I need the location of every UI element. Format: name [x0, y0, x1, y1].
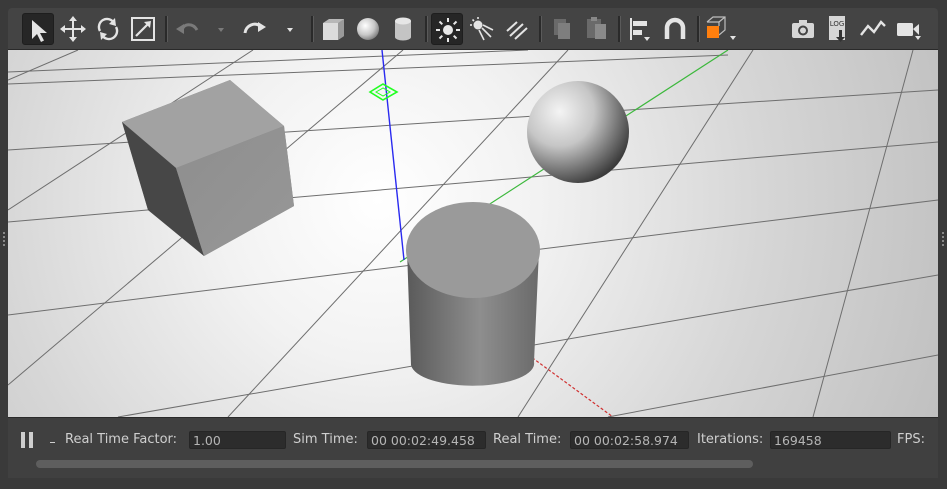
toolbar-separator	[165, 16, 168, 42]
real-time-label: Real Time:	[493, 432, 562, 447]
paste-icon	[587, 17, 606, 39]
status-bar: Real Time Factor: 1.00 Sim Time: 00 00:0…	[8, 417, 938, 478]
view-cube-icon	[706, 16, 736, 40]
real-time-field: 00 00:02:58.974	[570, 431, 689, 449]
directional-light-icon	[506, 21, 528, 40]
point-light-button[interactable]	[431, 13, 463, 45]
svg-text:LOG: LOG	[830, 20, 845, 28]
sphere-icon	[357, 18, 379, 40]
log-icon: LOG	[829, 16, 845, 42]
sim-time-field: 00 00:02:49.458	[367, 431, 486, 449]
toolbar-separator	[697, 16, 700, 42]
step-button[interactable]	[50, 442, 55, 443]
toolbar-separator	[539, 16, 542, 42]
real-time-factor-label: Real Time Factor:	[65, 432, 178, 447]
caret-down-icon	[287, 28, 293, 32]
fps-label: FPS:	[897, 432, 925, 447]
view-angle-button[interactable]	[703, 13, 741, 45]
redo-button[interactable]	[239, 13, 271, 45]
magnet-icon	[664, 17, 686, 39]
camera-icon	[792, 20, 814, 38]
directional-light-button[interactable]	[501, 13, 533, 45]
scene-viewport[interactable]	[8, 50, 938, 417]
pause-icon	[21, 432, 25, 448]
toolbar: LOG	[8, 8, 938, 50]
screenshot-button[interactable]	[787, 13, 819, 45]
align-icon	[630, 18, 650, 41]
copy-button[interactable]	[545, 13, 577, 45]
iterations-field: 169458	[770, 431, 891, 449]
sphere-model[interactable]	[527, 81, 629, 183]
snap-button[interactable]	[659, 13, 691, 45]
cylinder-icon	[395, 17, 411, 41]
horizontal-scrollbar-thumb[interactable]	[36, 460, 753, 468]
rotate-icon	[97, 17, 119, 41]
plot-button[interactable]	[857, 13, 889, 45]
plot-icon	[860, 20, 886, 36]
pause-button[interactable]	[19, 430, 37, 450]
rotate-mode-button[interactable]	[92, 13, 124, 45]
sim-time-label: Sim Time:	[293, 432, 358, 447]
select-mode-button[interactable]	[22, 13, 54, 45]
move-arrows-icon	[60, 16, 86, 42]
insert-cylinder-button[interactable]	[387, 13, 419, 45]
toolbar-separator	[425, 16, 428, 42]
undo-button[interactable]	[171, 13, 203, 45]
toolbar-separator	[311, 16, 314, 42]
iterations-label: Iterations:	[697, 432, 764, 447]
record-video-button[interactable]	[892, 13, 924, 45]
box-icon	[323, 19, 344, 40]
align-button[interactable]	[624, 13, 656, 45]
right-panel-grip[interactable]	[941, 230, 945, 250]
copy-icon	[554, 19, 570, 39]
scale-mode-button[interactable]	[127, 13, 159, 45]
undo-icon	[176, 23, 199, 34]
insert-sphere-button[interactable]	[352, 13, 384, 45]
cylinder-model[interactable]	[406, 202, 540, 386]
arrow-pointer-icon	[32, 20, 47, 42]
video-camera-icon	[897, 23, 921, 40]
sun-icon	[436, 18, 460, 42]
caret-down-icon	[218, 28, 224, 32]
insert-box-button[interactable]	[317, 13, 349, 45]
log-data-button[interactable]: LOG	[822, 13, 854, 45]
redo-icon	[243, 22, 266, 34]
left-panel-grip[interactable]	[2, 230, 6, 250]
gazebo-window: LOG Real Time Factor: 1.00 Sim Time: 00 …	[0, 0, 947, 489]
redo-history-button[interactable]	[274, 13, 293, 45]
undo-history-button[interactable]	[205, 13, 224, 45]
translate-mode-button[interactable]	[57, 13, 89, 45]
toolbar-separator	[618, 16, 621, 42]
spotlight-icon	[470, 17, 494, 41]
real-time-factor-field: 1.00	[189, 431, 286, 449]
paste-button[interactable]	[580, 13, 612, 45]
scale-icon	[131, 17, 155, 41]
spot-light-button[interactable]	[466, 13, 498, 45]
